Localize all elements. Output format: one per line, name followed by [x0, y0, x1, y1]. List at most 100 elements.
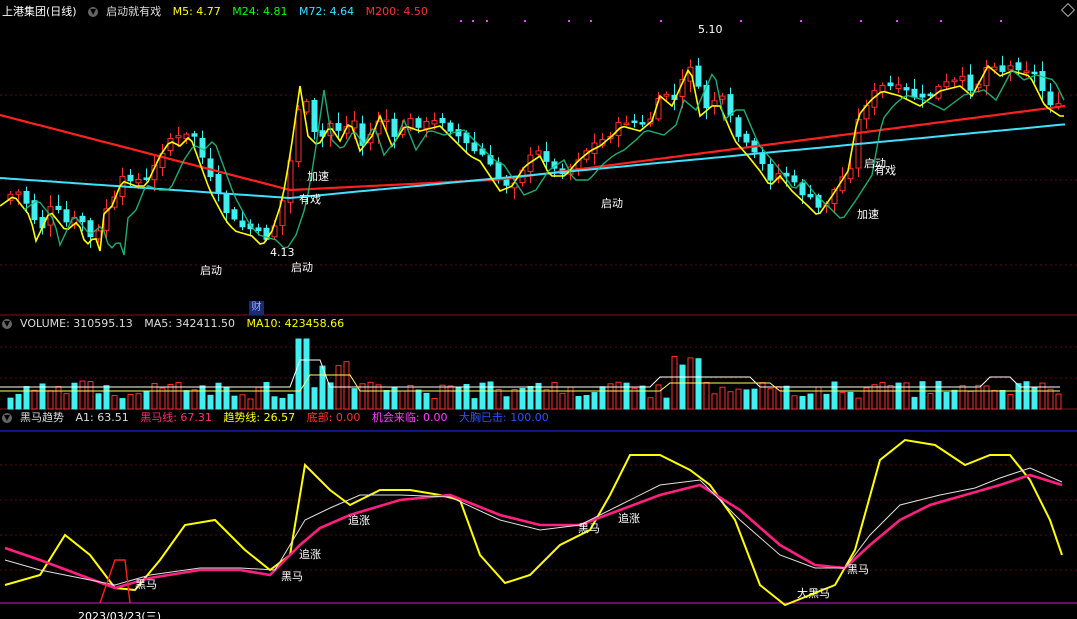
volume-bar [879, 381, 886, 410]
candle-body [703, 84, 710, 109]
volume-bar [823, 393, 830, 410]
candle-body [999, 65, 1006, 72]
volume-ma5: MA5: 342411.50 [144, 317, 235, 330]
price-annotation: 加速 [857, 208, 879, 221]
volume-bar [1047, 388, 1054, 410]
candle-body [447, 122, 454, 132]
chance-value: 机会来临: 0.00 [371, 411, 448, 424]
candle-body [807, 193, 814, 198]
ma72-value: M72: 4.64 [298, 5, 355, 18]
volume-bar [407, 384, 414, 410]
candle-body [759, 153, 766, 164]
dropdown-icon[interactable]: ▼ [88, 7, 99, 17]
volume-bar [663, 397, 670, 410]
candle-body [23, 191, 30, 204]
volume-bar [615, 381, 622, 410]
dropdown-icon[interactable]: ▼ [2, 319, 12, 329]
indicator-lines [4, 438, 1063, 607]
candle-body [951, 79, 958, 83]
candle-body [895, 84, 902, 90]
volume-bar [959, 385, 966, 410]
volume-bar [639, 385, 646, 410]
candle-body [927, 93, 934, 97]
volume-bar [199, 385, 206, 410]
volume-bar [487, 381, 494, 410]
candle-body [743, 133, 750, 143]
candle-body [391, 118, 398, 137]
ma5-value: M5: 4.77 [172, 5, 221, 18]
signal-dot [940, 20, 942, 22]
candle-body [15, 191, 22, 195]
volume-bar [695, 358, 702, 410]
candle-body [135, 179, 142, 184]
ma200-value: M200: 4.50 [365, 5, 428, 18]
volume-bar [719, 386, 726, 410]
volume-bar [191, 389, 198, 410]
volume-bar [47, 390, 54, 410]
indicator-annotation: 黑马 [847, 563, 869, 576]
volume-bar [655, 384, 662, 410]
stock-title[interactable]: 上港集团(日线) [2, 5, 77, 18]
candle-body [383, 119, 390, 123]
volume-bar [735, 388, 742, 410]
finance-tag[interactable]: 财 [249, 301, 264, 315]
indicator-title[interactable]: 黑马趋势 [20, 411, 64, 424]
chart-canvas[interactable]: 5.104.13 加速有戏启动 启动启动启动有戏加速黑马追涨黑马追涨黑马追涨大黑马… [0, 0, 1077, 619]
volume-bar [367, 381, 374, 410]
candle-body [495, 162, 502, 180]
price-header: 上港集团(日线) ▼ 启动就有戏 M5: 4.77 M24: 4.81 M72: … [2, 4, 436, 20]
volume-bar [255, 386, 262, 410]
candle-body [255, 227, 262, 232]
candle-body [959, 75, 966, 81]
volume-bar [703, 381, 710, 410]
volume-bar [271, 396, 278, 410]
candle-body [55, 205, 62, 210]
candle-body [1023, 70, 1030, 74]
candle-body [1039, 71, 1046, 91]
volume-bar [839, 391, 846, 410]
volume-bar [519, 387, 526, 410]
candle-body [767, 164, 774, 181]
volume-bar [1023, 381, 1030, 410]
candle-body [79, 215, 86, 223]
low-price-label: 4.13 [270, 246, 295, 259]
volume-bar [575, 395, 582, 410]
candle-body [423, 120, 430, 129]
candle-body [295, 109, 302, 163]
volume-bar [847, 391, 854, 410]
candle-body [911, 88, 918, 98]
indicator-annotation: 追涨 [299, 547, 321, 561]
candle-body [543, 151, 550, 162]
volume-bar [495, 388, 502, 410]
price-candles: 5.10 4.13 [0, 20, 1066, 259]
candle-body [335, 123, 342, 131]
dropdown-icon[interactable]: ▼ [2, 413, 12, 423]
volume-bar [103, 385, 110, 410]
a1-value: A1: 63.51 [75, 411, 129, 424]
candle-body [303, 101, 310, 113]
candle-body [231, 209, 238, 220]
date-label: 2023/03/23(三) [78, 610, 161, 619]
volume-bar [351, 388, 358, 410]
candle-body [1007, 65, 1014, 71]
volume-bar [1031, 386, 1038, 410]
volume-bar [95, 393, 102, 410]
candle-body [439, 118, 446, 124]
volume-bar [711, 393, 718, 410]
signal-dot [800, 20, 802, 22]
volume-bar [463, 384, 470, 410]
candle-body [727, 94, 734, 116]
volume-bar [143, 390, 150, 410]
candle-body [903, 87, 910, 91]
candle-body [175, 135, 182, 139]
volume-bar [911, 396, 918, 410]
volume-bar [7, 397, 14, 410]
volume-bar [423, 392, 430, 410]
volume-bar [239, 394, 246, 410]
volume-bar [15, 393, 22, 410]
indicator-name[interactable]: 启动就有戏 [106, 5, 161, 18]
volume-bar [471, 398, 478, 410]
volume-bar [503, 396, 510, 410]
volume-bar [815, 386, 822, 410]
signal-dot [524, 20, 526, 22]
